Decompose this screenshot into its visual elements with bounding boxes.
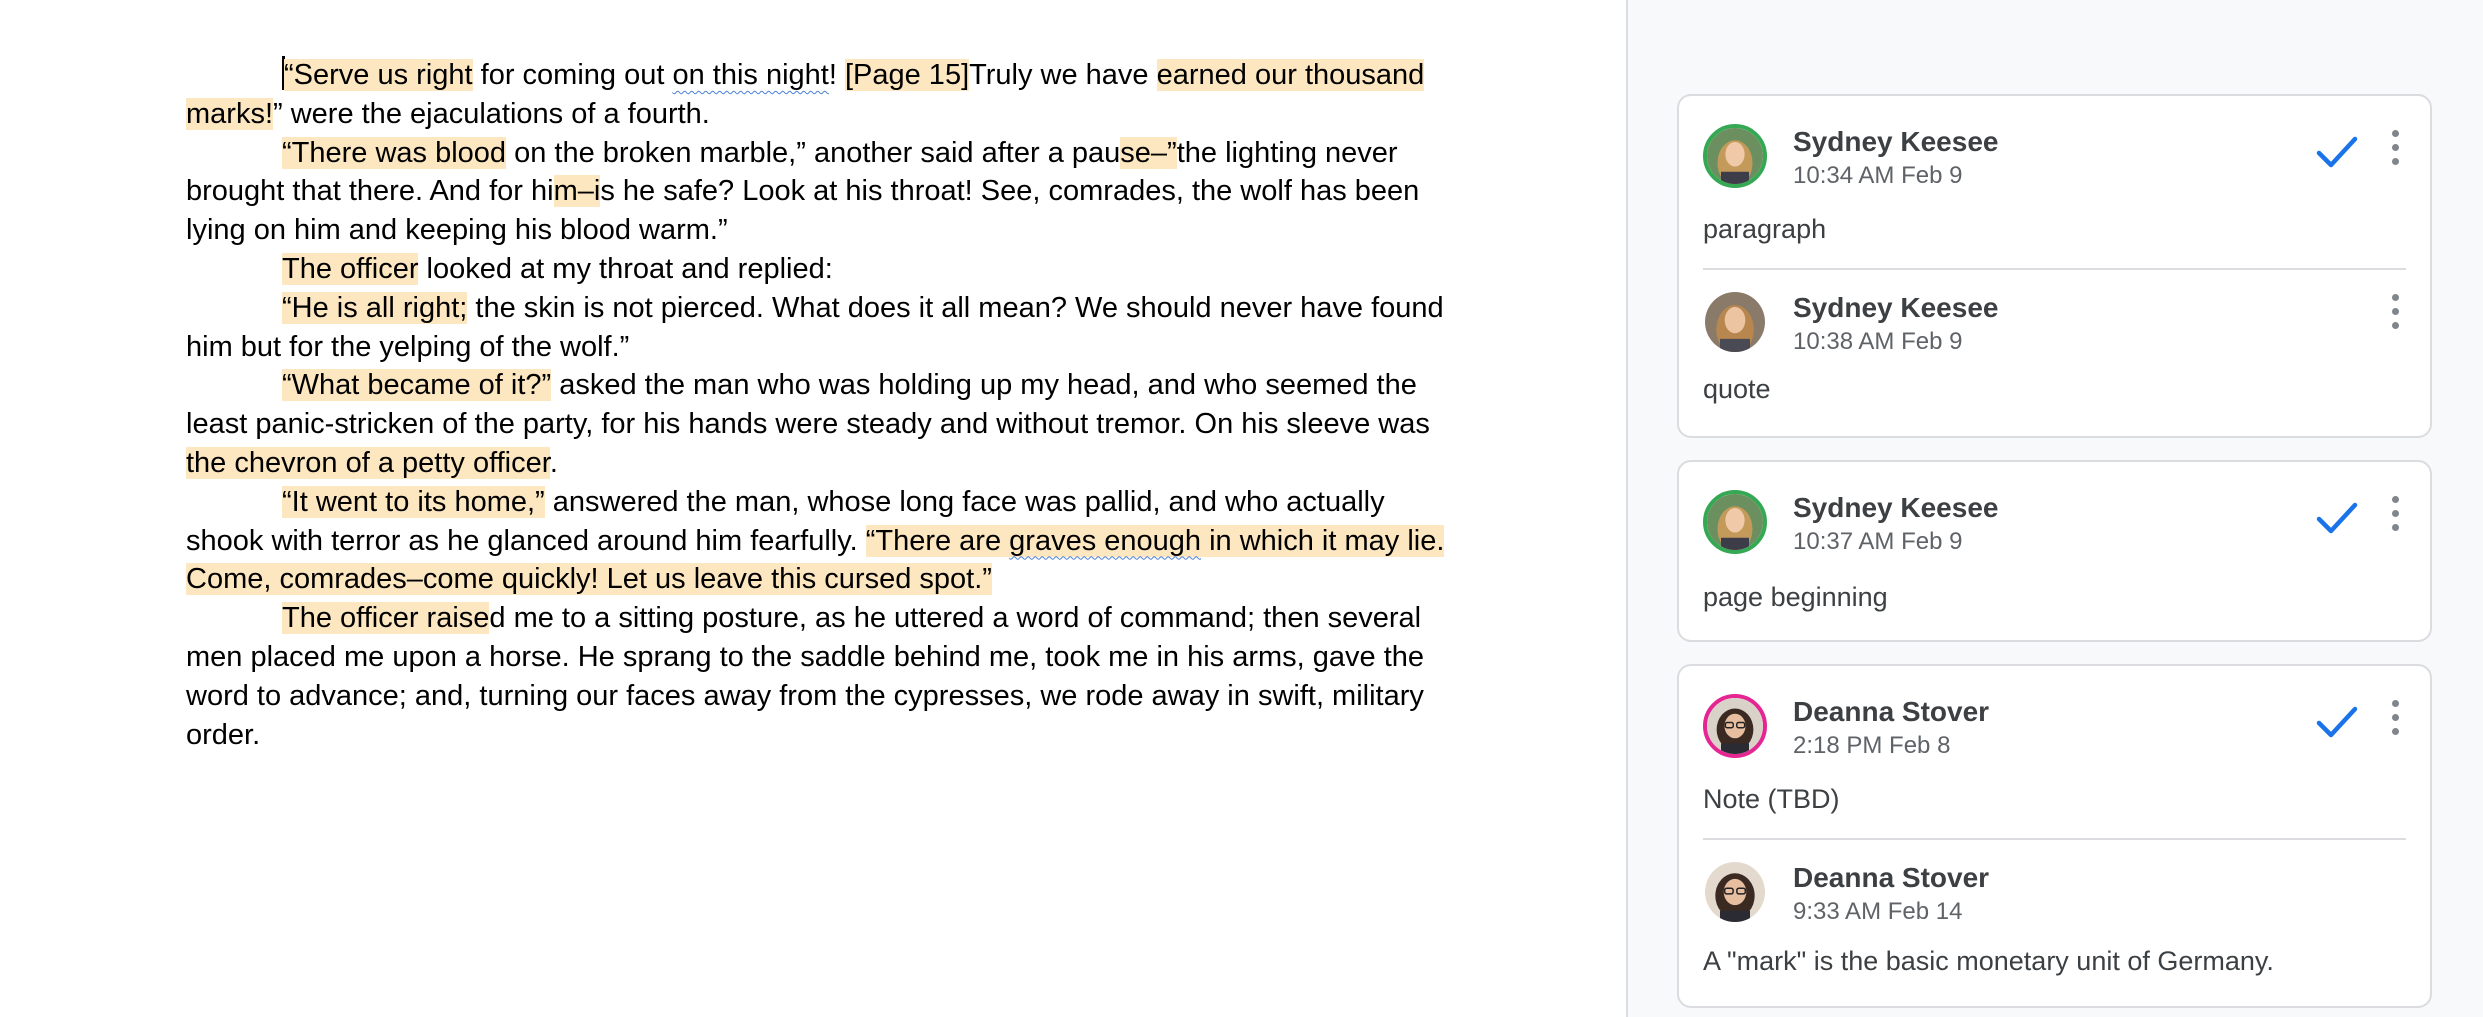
- reply-separator: [1703, 838, 2406, 840]
- avatar-deanna-stover[interactable]: [1703, 694, 1767, 758]
- comment-text: A "mark" is the basic monetary unit of G…: [1703, 946, 2274, 976]
- text-run: ” were the ejaculations of a fourth.: [273, 97, 710, 130]
- comment-text: paragraph: [1703, 214, 1827, 244]
- commented-text[interactable]: “Serve us right: [284, 59, 473, 91]
- comment-timestamp: 10:37 AM Feb 9: [1793, 528, 1963, 555]
- commented-text[interactable]: “He is all right;: [282, 291, 468, 324]
- comment-text: quote: [1703, 374, 1771, 404]
- comment-timestamp: 9:33 AM Feb 14: [1793, 898, 1963, 925]
- commented-text[interactable]: the chevron of a petty officer: [186, 446, 550, 479]
- reply-separator: [1703, 268, 2406, 270]
- text-run: for coming out: [472, 59, 673, 91]
- avatar-deanna-stover[interactable]: [1703, 860, 1767, 924]
- comments-panel: Sydney Keesee 10:34 AM Feb 9 paragraph S…: [1628, 0, 2483, 1017]
- avatar-sydney-keesee[interactable]: [1703, 124, 1767, 188]
- text-run: on this night: [672, 59, 829, 91]
- text-run: .: [549, 446, 558, 479]
- text-run: looked at my throat and replied:: [418, 252, 833, 285]
- document-paragraph: “It went to its home,” answered the man,…: [186, 483, 1456, 599]
- document-paragraph: The officer looked at my throat and repl…: [186, 250, 1456, 289]
- more-vert-icon[interactable]: [2391, 496, 2401, 536]
- comment-timestamp: 10:34 AM Feb 9: [1793, 162, 1963, 189]
- comment-thread[interactable]: Sydney Keesee 10:34 AM Feb 9 paragraph S…: [1677, 94, 2432, 438]
- commented-text[interactable]: “What became of it?”: [282, 369, 552, 402]
- commented-text[interactable]: “There was blood: [282, 136, 507, 169]
- commented-text[interactable]: graves enough: [1009, 524, 1202, 557]
- avatar-sydney-keesee[interactable]: [1703, 490, 1767, 554]
- commented-text[interactable]: The officer raise: [282, 602, 490, 635]
- document-body[interactable]: “Serve us right for coming out on this n…: [186, 56, 1456, 754]
- document-paragraph: The officer raised me to a sitting postu…: [186, 599, 1456, 754]
- commented-text[interactable]: se–”: [1120, 136, 1177, 169]
- text-run: !: [828, 59, 845, 91]
- comment-timestamp: 10:38 AM Feb 9: [1793, 328, 1963, 355]
- commented-text[interactable]: [Page 15]: [844, 59, 970, 91]
- document-page: “Serve us right for coming out on this n…: [0, 0, 1626, 1017]
- check-icon[interactable]: [2315, 500, 2359, 536]
- text-run: Truly we have: [969, 59, 1157, 91]
- comment-author: Sydney Keesee: [1793, 292, 1999, 323]
- check-icon[interactable]: [2315, 134, 2359, 170]
- document-paragraph: “He is all right; the skin is not pierce…: [186, 289, 1456, 367]
- check-icon[interactable]: [2315, 704, 2359, 740]
- document-paragraph: “Serve us right for coming out on this n…: [186, 56, 1456, 134]
- commented-text[interactable]: The officer: [282, 252, 419, 285]
- more-vert-icon[interactable]: [2391, 294, 2401, 334]
- document-paragraph: “What became of it?” asked the man who w…: [186, 366, 1456, 482]
- comment-author: Deanna Stover: [1793, 696, 1990, 727]
- text-run: on the broken marble,” another said afte…: [506, 136, 1121, 169]
- comment-text: page beginning: [1703, 582, 1888, 612]
- document-paragraph: “There was blood on the broken marble,” …: [186, 134, 1456, 250]
- comment-author: Sydney Keesee: [1793, 126, 1999, 157]
- comment-thread[interactable]: Sydney Keesee 10:37 AM Feb 9 page beginn…: [1677, 460, 2432, 642]
- more-vert-icon[interactable]: [2391, 130, 2401, 170]
- commented-text[interactable]: m–i: [553, 175, 601, 208]
- comment-timestamp: 2:18 PM Feb 8: [1793, 732, 1951, 759]
- more-vert-icon[interactable]: [2391, 700, 2401, 740]
- comment-author: Sydney Keesee: [1793, 492, 1999, 523]
- comment-thread[interactable]: Deanna Stover 2:18 PM Feb 8 Note (TBD) D…: [1677, 664, 2432, 1008]
- avatar-sydney-keesee[interactable]: [1703, 290, 1767, 354]
- commented-text[interactable]: “It went to its home,”: [282, 485, 545, 518]
- comment-text: Note (TBD): [1703, 784, 1840, 814]
- comment-author: Deanna Stover: [1793, 862, 1990, 893]
- commented-text[interactable]: “There are: [865, 524, 1010, 557]
